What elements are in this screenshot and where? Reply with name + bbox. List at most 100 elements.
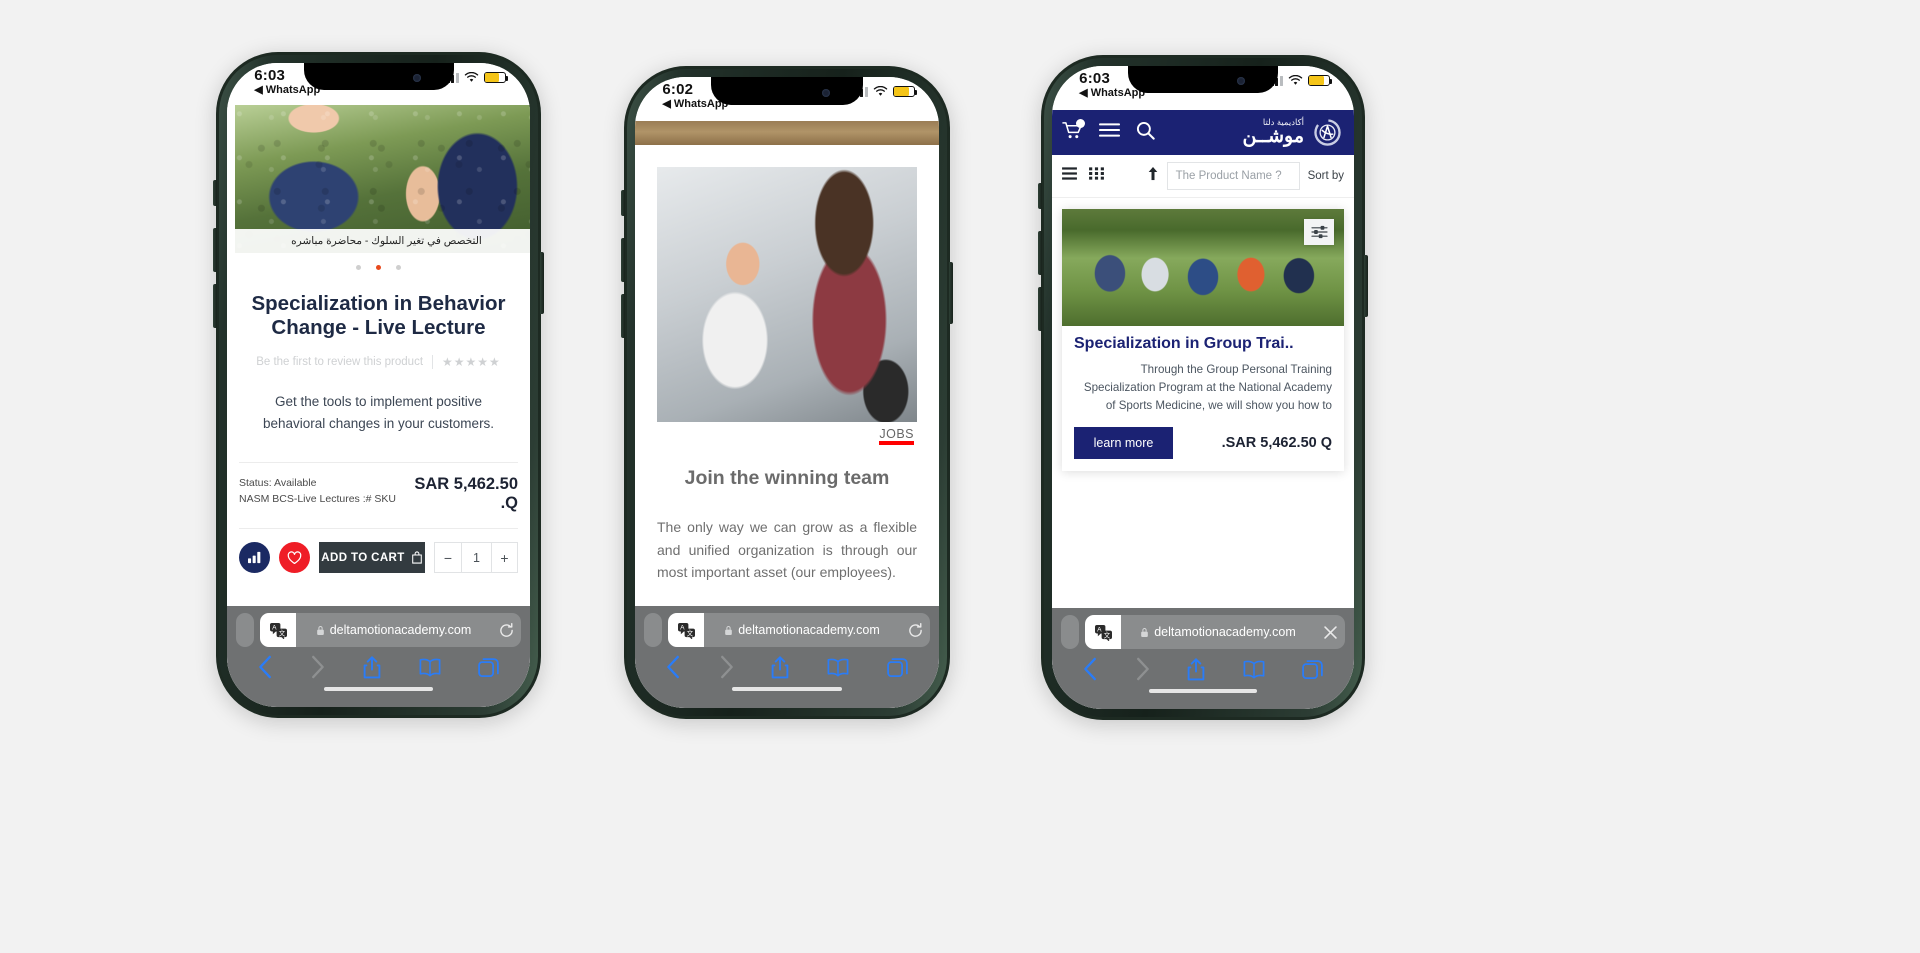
divider-line [239, 461, 518, 463]
quantity-input[interactable]: 1 [461, 543, 491, 573]
address-bar-2[interactable]: A 文 deltamotionacademy.com [668, 613, 930, 647]
menu-button[interactable] [1099, 122, 1120, 143]
mute-switch-3[interactable] [1038, 183, 1042, 209]
quantity-decrease-button[interactable]: − [435, 543, 461, 572]
product-hero-image[interactable]: التخصص في تغير السلوك - محاضرة مباشره [235, 105, 530, 253]
safari-back-button-3[interactable] [1083, 657, 1098, 681]
svg-text:A: A [680, 624, 685, 631]
bar-chart-icon [248, 552, 261, 564]
quantity-increase-button[interactable]: + [491, 543, 517, 573]
power-button-3[interactable] [1364, 255, 1368, 317]
translate-icon[interactable]: A 文 [260, 613, 296, 647]
volume-down-button-3[interactable] [1038, 287, 1042, 331]
back-to-whatsapp-link[interactable]: ◀ WhatsApp [254, 84, 320, 97]
power-button[interactable] [540, 252, 544, 314]
rating-stars[interactable]: ★★★★★ [442, 355, 501, 369]
notch-3 [1128, 66, 1278, 93]
safari-tabs-button-3[interactable] [1302, 659, 1324, 680]
translate-icon-3[interactable]: A 文 [1085, 615, 1121, 649]
product-card-image[interactable] [1062, 209, 1344, 326]
safari-bookmarks-button-2[interactable] [827, 658, 849, 677]
page-top-strip [635, 121, 939, 145]
url-text-3: deltamotionacademy.com [1154, 625, 1296, 639]
safari-share-button-3[interactable] [1187, 657, 1205, 681]
search-input[interactable]: The Product Name ? [1166, 162, 1300, 190]
safari-forward-button-2[interactable] [719, 655, 734, 679]
safari-forward-button-3[interactable] [1135, 657, 1150, 681]
safari-tabs-button-2[interactable] [887, 657, 908, 678]
previous-tab-edge-3[interactable] [1061, 615, 1079, 649]
carousel-dots[interactable] [227, 265, 530, 270]
address-bar-3[interactable]: A 文 deltamotionacademy.com [1085, 615, 1345, 649]
mute-switch[interactable] [213, 180, 217, 206]
safari-bookmarks-button-3[interactable] [1243, 660, 1265, 679]
quantity-stepper[interactable]: − 1 + [434, 542, 518, 574]
reload-button-1[interactable] [491, 622, 521, 638]
sku-label: NASM BCS-Live Lectures :# SKU [239, 492, 396, 505]
compare-button[interactable] [239, 542, 270, 574]
volume-up-button-2[interactable] [621, 238, 625, 282]
svg-text:文: 文 [278, 628, 285, 637]
volume-down-button[interactable] [213, 284, 217, 328]
safari-share-button-1[interactable] [363, 655, 381, 679]
grid-view-button[interactable] [1089, 167, 1104, 185]
cart-button[interactable] [1062, 118, 1085, 145]
divider-line-2 [239, 528, 518, 530]
jobs-badge-label: JOBS [879, 427, 914, 441]
list-view-button[interactable] [1062, 167, 1077, 185]
product-price: SAR 5,462.50 .Q [414, 475, 518, 515]
previous-tab-edge[interactable] [236, 613, 254, 647]
hero-caption: التخصص في تغير السلوك - محاضرة مباشره [235, 229, 530, 253]
safari-toolbar-1: A 文 deltamotionacademy.com [227, 606, 530, 707]
battery-icon [483, 72, 509, 83]
filter-button[interactable] [1304, 219, 1334, 245]
jobs-hero-image[interactable] [657, 167, 917, 422]
safari-back-button-2[interactable] [666, 655, 681, 679]
wifi-icon [464, 72, 479, 82]
lock-icon-3 [1141, 627, 1149, 637]
add-to-cart-button[interactable]: ADD TO CART [319, 542, 425, 574]
notch-2 [711, 77, 863, 105]
svg-text:A: A [272, 624, 277, 631]
price-amount: SAR 5,462.50 [414, 474, 518, 493]
previous-tab-edge-2[interactable] [644, 613, 662, 647]
carousel-dot-3[interactable] [396, 265, 401, 270]
volume-down-button-2[interactable] [621, 294, 625, 338]
carousel-dot-1[interactable] [356, 265, 361, 270]
power-button-2[interactable] [949, 262, 953, 324]
safari-forward-button-1[interactable] [310, 655, 325, 679]
safari-back-button-1[interactable] [258, 655, 273, 679]
phone-2-device: 6:02 ◀ WhatsApp JOBS Join the winning te… [621, 66, 953, 719]
safari-share-button-2[interactable] [771, 655, 789, 679]
address-bar-1[interactable]: A 文 deltamotionacademy.com [260, 613, 521, 647]
phone-3-device: 6:03 ◀ WhatsApp أكاديمية دلتا موشــن The… [1038, 55, 1368, 720]
stop-loading-button[interactable] [1315, 625, 1345, 640]
grid-view-icon [1089, 167, 1104, 180]
product-card[interactable]: Specialization in Group Trai.. Through t… [1062, 209, 1344, 471]
volume-up-button-3[interactable] [1038, 231, 1042, 275]
home-indicator-1 [323, 687, 434, 691]
svg-text:文: 文 [1103, 630, 1110, 639]
sort-direction-button[interactable] [1147, 166, 1159, 186]
carousel-dot-2[interactable] [376, 265, 381, 270]
search-button[interactable] [1136, 121, 1155, 145]
review-row: Be the first to review this product ★★★★… [227, 355, 530, 370]
reload-button-2[interactable] [900, 622, 930, 638]
wishlist-button[interactable] [279, 542, 310, 574]
back-to-whatsapp-link-3[interactable]: ◀ WhatsApp [1079, 87, 1145, 100]
safari-tabs-button-1[interactable] [478, 657, 499, 678]
write-review-link[interactable]: Be the first to review this product [256, 356, 423, 368]
translate-icon-2[interactable]: A 文 [668, 613, 704, 647]
product-card-footer: learn more .SAR 5,462.50 Q [1074, 426, 1332, 459]
mute-switch-2[interactable] [621, 190, 625, 216]
learn-more-button[interactable]: learn more [1074, 426, 1173, 459]
close-icon [1323, 625, 1337, 639]
svg-text:A: A [1097, 626, 1102, 633]
cart-count-badge [1076, 118, 1085, 128]
safari-bookmarks-button-1[interactable] [419, 658, 441, 677]
site-logo[interactable]: أكاديمية دلتا موشــن [1242, 116, 1344, 149]
volume-up-button[interactable] [213, 228, 217, 272]
sort-by-label[interactable]: Sort by [1308, 170, 1344, 182]
safari-toolbar-3: A 文 deltamotionacademy.com [1052, 608, 1354, 709]
product-card-title[interactable]: Specialization in Group Trai.. [1074, 335, 1332, 353]
